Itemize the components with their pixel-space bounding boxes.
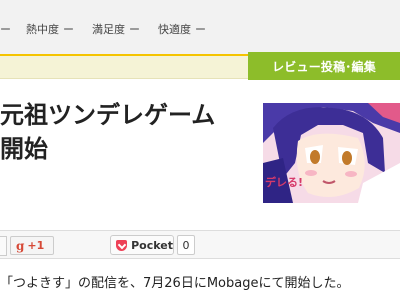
- share-count-box: [0, 236, 7, 256]
- review-post-button[interactable]: レビュー投稿･編集: [248, 52, 400, 80]
- google-plus-icon: g: [16, 238, 25, 253]
- google-plus-button[interactable]: g +1: [10, 236, 54, 255]
- gplus-label: +1: [27, 239, 45, 252]
- metric-manzokudo: 満足度ー: [92, 21, 140, 37]
- metric-value: ー: [195, 23, 206, 36]
- metric-value: ー: [129, 23, 140, 36]
- metric-netchudo: 熱中度ー: [26, 21, 74, 37]
- rating-bar: ー 熱中度ー 満足度ー 快適度ー: [0, 0, 400, 54]
- share-bar: [0, 231, 400, 258]
- title-line-2: 開始: [0, 135, 48, 163]
- thumbnail-caption: デレる!: [265, 176, 304, 189]
- metric-value: ー: [63, 23, 74, 36]
- metric-kaitekido: 快適度ー: [158, 21, 206, 37]
- article-thumbnail[interactable]: デレる!: [263, 103, 400, 203]
- article-title: 元祖ツンデレゲーム 開始: [0, 98, 250, 166]
- pocket-count: 0: [177, 235, 195, 255]
- article-lead-text: 「つよきす」の配信を、7月26日にMobageにて開始した。: [0, 276, 350, 291]
- metric-label: 熱中度: [26, 23, 59, 36]
- pocket-button[interactable]: Pocket: [110, 235, 174, 255]
- metric-label: 快適度: [158, 23, 191, 36]
- metric-dash: ー: [0, 23, 11, 36]
- metric-label: 満足度: [92, 23, 125, 36]
- title-line-1: 元祖ツンデレゲーム: [0, 101, 216, 129]
- pocket-icon: [116, 239, 128, 251]
- pocket-label: Pocket: [131, 238, 173, 252]
- share-divider-bottom: [0, 258, 400, 259]
